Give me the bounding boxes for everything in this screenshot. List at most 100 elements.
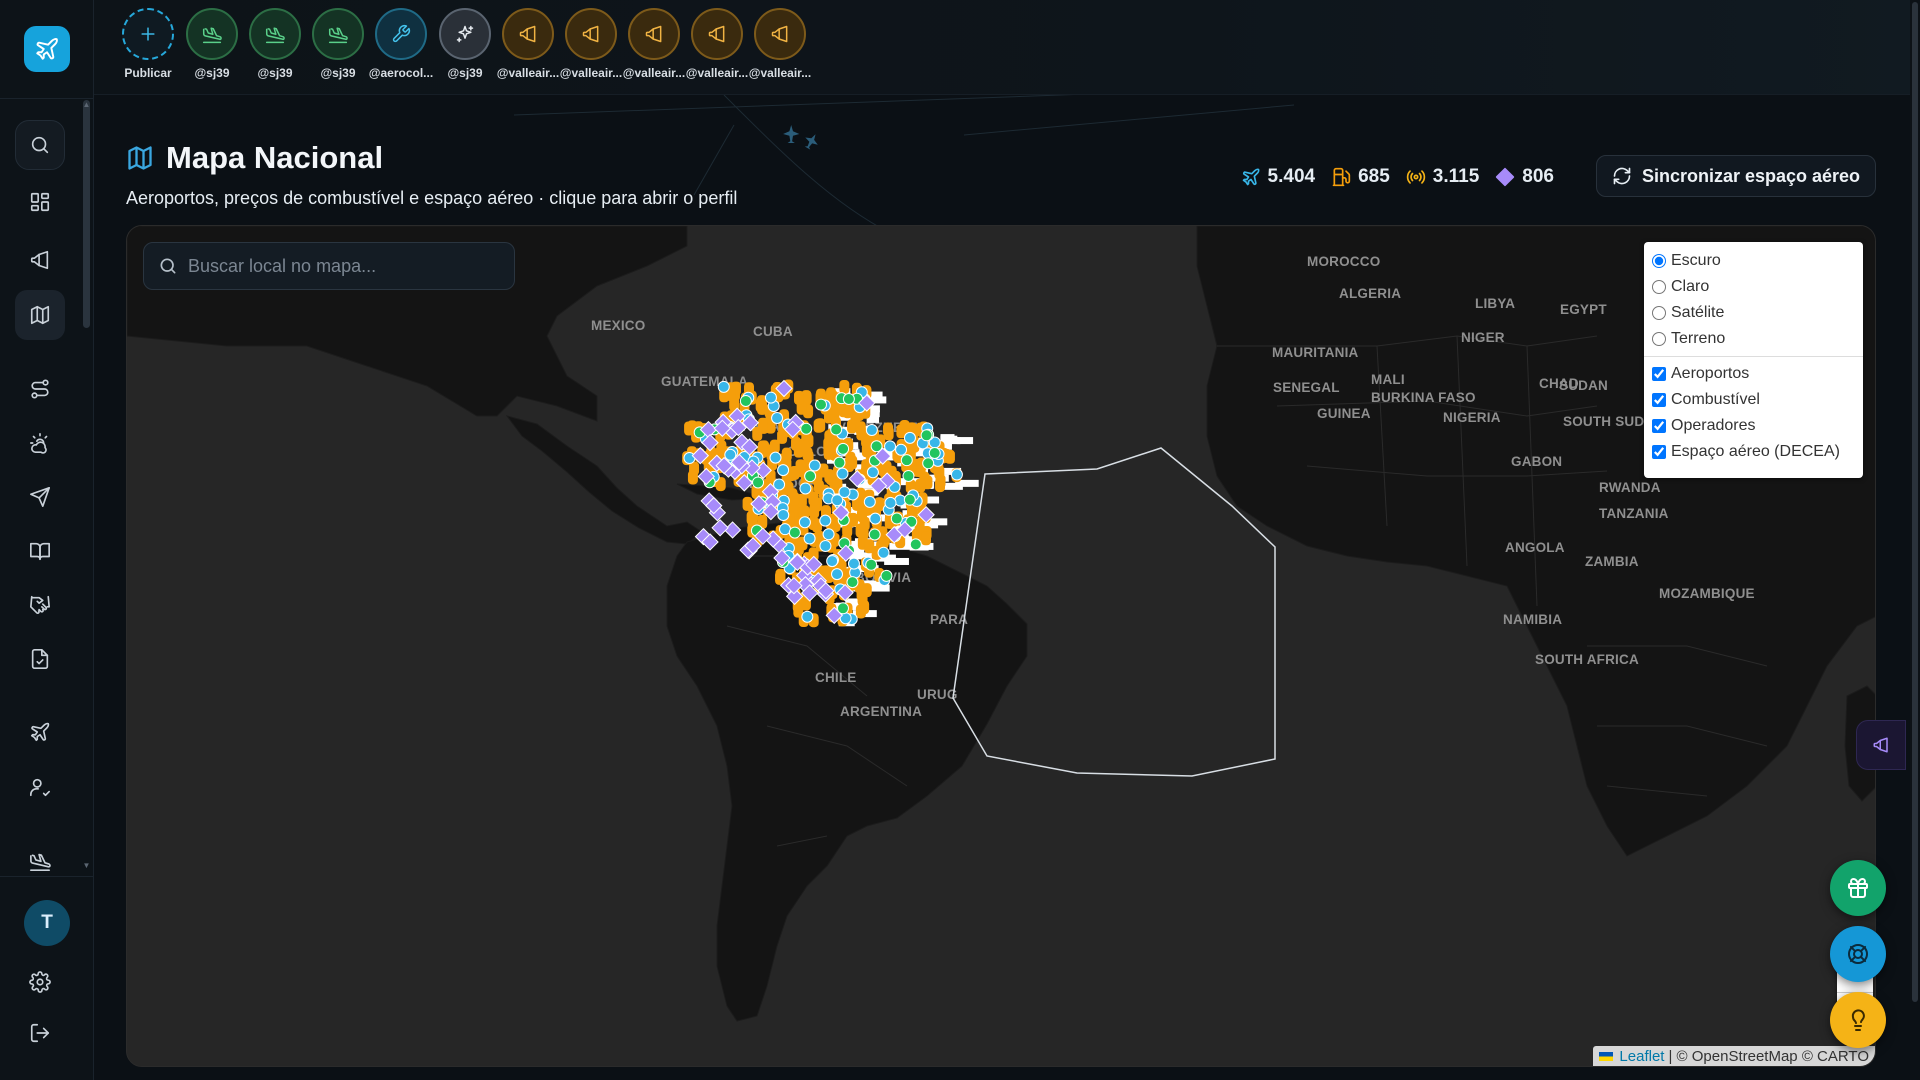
fuel-marker[interactable] [775, 568, 786, 583]
operator-marker[interactable] [833, 456, 846, 469]
operator-marker[interactable] [920, 429, 933, 442]
sidebar-item-dashboard[interactable] [15, 177, 65, 227]
airport-marker[interactable] [877, 546, 890, 559]
sidebar-item-messages[interactable] [15, 472, 65, 522]
basemap-radio[interactable] [1652, 306, 1666, 320]
operator-marker[interactable] [900, 454, 913, 467]
announcement-side-tab[interactable] [1856, 720, 1906, 770]
operator-marker[interactable] [880, 569, 893, 582]
airspace-marker[interactable] [711, 519, 729, 537]
layer-option[interactable]: Terreno [1652, 326, 1855, 352]
airport-marker[interactable] [819, 539, 832, 552]
operator-marker[interactable] [815, 398, 828, 411]
overlay-checkbox[interactable] [1652, 445, 1666, 459]
story-item[interactable]: @valleair... [619, 8, 689, 80]
fuel-marker[interactable] [789, 465, 800, 480]
basemap-radio[interactable] [1652, 254, 1666, 268]
fuel-marker[interactable] [813, 418, 824, 433]
overlay-checkbox[interactable] [1652, 393, 1666, 407]
fuel-marker[interactable] [861, 583, 872, 598]
airport-marker[interactable] [822, 528, 835, 541]
overlay-checkbox[interactable] [1652, 419, 1666, 433]
map-markers-layer[interactable] [127, 226, 1876, 1067]
story-item[interactable]: @sj39 [430, 8, 500, 80]
feedback-idea-button[interactable] [1830, 992, 1886, 1048]
airport-marker[interactable] [779, 523, 792, 536]
airport-marker[interactable] [803, 532, 816, 545]
operator-marker[interactable] [909, 538, 922, 551]
airport-marker[interactable] [798, 516, 811, 529]
layer-option[interactable]: Combustível [1652, 387, 1855, 413]
fuel-marker[interactable] [915, 478, 926, 493]
fuel-marker[interactable] [855, 523, 866, 538]
sidebar-scroll-down-icon[interactable]: ▼ [82, 862, 91, 870]
operator-marker[interactable] [868, 528, 881, 541]
story-item[interactable]: @aerocol... [366, 8, 436, 80]
airport-marker[interactable] [865, 424, 878, 437]
operator-marker[interactable] [800, 422, 813, 435]
story-item[interactable]: @valleair... [556, 8, 626, 80]
sidebar-logout-button[interactable] [15, 1008, 65, 1058]
operator-marker[interactable] [837, 442, 850, 455]
layer-option[interactable]: Operadores [1652, 413, 1855, 439]
airport-marker[interactable] [863, 495, 876, 508]
sync-airspace-button[interactable]: Sincronizar espaço aéreo [1596, 155, 1876, 197]
story-item[interactable]: @sj39 [177, 8, 247, 80]
layer-option[interactable]: Satélite [1652, 300, 1855, 326]
operator-marker[interactable] [830, 423, 843, 436]
story-item[interactable]: @sj39 [303, 8, 373, 80]
fuel-marker[interactable] [921, 531, 932, 546]
fuel-marker[interactable] [793, 390, 804, 405]
leaflet-link[interactable]: Leaflet [1619, 1048, 1664, 1065]
app-logo[interactable] [24, 26, 70, 72]
operator-marker[interactable] [752, 476, 765, 489]
airport-marker[interactable] [884, 496, 897, 509]
sidebar-scroll-up-icon[interactable]: ▲ [82, 101, 91, 109]
publish-story-button[interactable]: Publicar [113, 8, 183, 80]
sidebar-item-arrivals[interactable] [15, 836, 65, 886]
layer-option[interactable]: Espaço aéreo (DECEA) [1652, 439, 1855, 465]
airport-marker[interactable] [847, 557, 860, 570]
page-scrollbar[interactable] [1910, 0, 1920, 1080]
airport-marker[interactable] [903, 431, 916, 444]
fuel-price-label[interactable] [884, 557, 909, 565]
operator-marker[interactable] [922, 457, 935, 470]
map-container[interactable]: MOROCCO ALGERIA LIBYA EGYPT MEXICO CUBA … [126, 225, 1876, 1067]
airport-marker[interactable] [724, 448, 737, 461]
story-item[interactable]: @sj39 [240, 8, 310, 80]
map-search-input[interactable] [188, 255, 514, 277]
sidebar-item-pilots[interactable] [15, 762, 65, 812]
help-button[interactable] [1830, 926, 1886, 982]
sidebar-item-routes[interactable] [15, 364, 65, 414]
airport-marker[interactable] [866, 466, 879, 479]
layer-option[interactable]: Aeroportos [1652, 361, 1855, 387]
basemap-radio[interactable] [1652, 280, 1666, 294]
story-item[interactable]: @valleair... [745, 8, 815, 80]
operator-marker[interactable] [846, 576, 859, 589]
airport-marker[interactable] [799, 482, 812, 495]
airport-marker[interactable] [717, 380, 730, 393]
airport-marker[interactable] [771, 412, 784, 425]
sidebar-scrollbar[interactable] [83, 100, 90, 328]
operator-marker[interactable] [865, 558, 878, 571]
fuel-marker[interactable] [823, 437, 834, 452]
sidebar-item-partnerships[interactable] [15, 580, 65, 630]
operator-marker[interactable] [842, 393, 855, 406]
airport-marker[interactable] [869, 512, 882, 525]
fuel-marker[interactable] [845, 451, 856, 466]
map-search-box[interactable] [143, 242, 515, 290]
operator-marker[interactable] [890, 512, 903, 525]
page-scrollbar-thumb[interactable] [1912, 2, 1918, 1002]
airport-marker[interactable] [950, 468, 963, 481]
avatar[interactable]: T [24, 900, 70, 946]
fuel-marker[interactable] [883, 426, 894, 441]
airport-marker[interactable] [895, 443, 908, 456]
airport-marker[interactable] [801, 610, 814, 623]
gift-button[interactable] [1830, 860, 1886, 916]
story-item[interactable]: @valleair... [682, 8, 752, 80]
fuel-marker[interactable] [856, 426, 867, 441]
airspace-marker[interactable] [723, 521, 742, 539]
sidebar-item-flights[interactable] [15, 707, 65, 757]
sidebar-item-documents[interactable] [15, 634, 65, 684]
layer-option[interactable]: Claro [1652, 274, 1855, 300]
